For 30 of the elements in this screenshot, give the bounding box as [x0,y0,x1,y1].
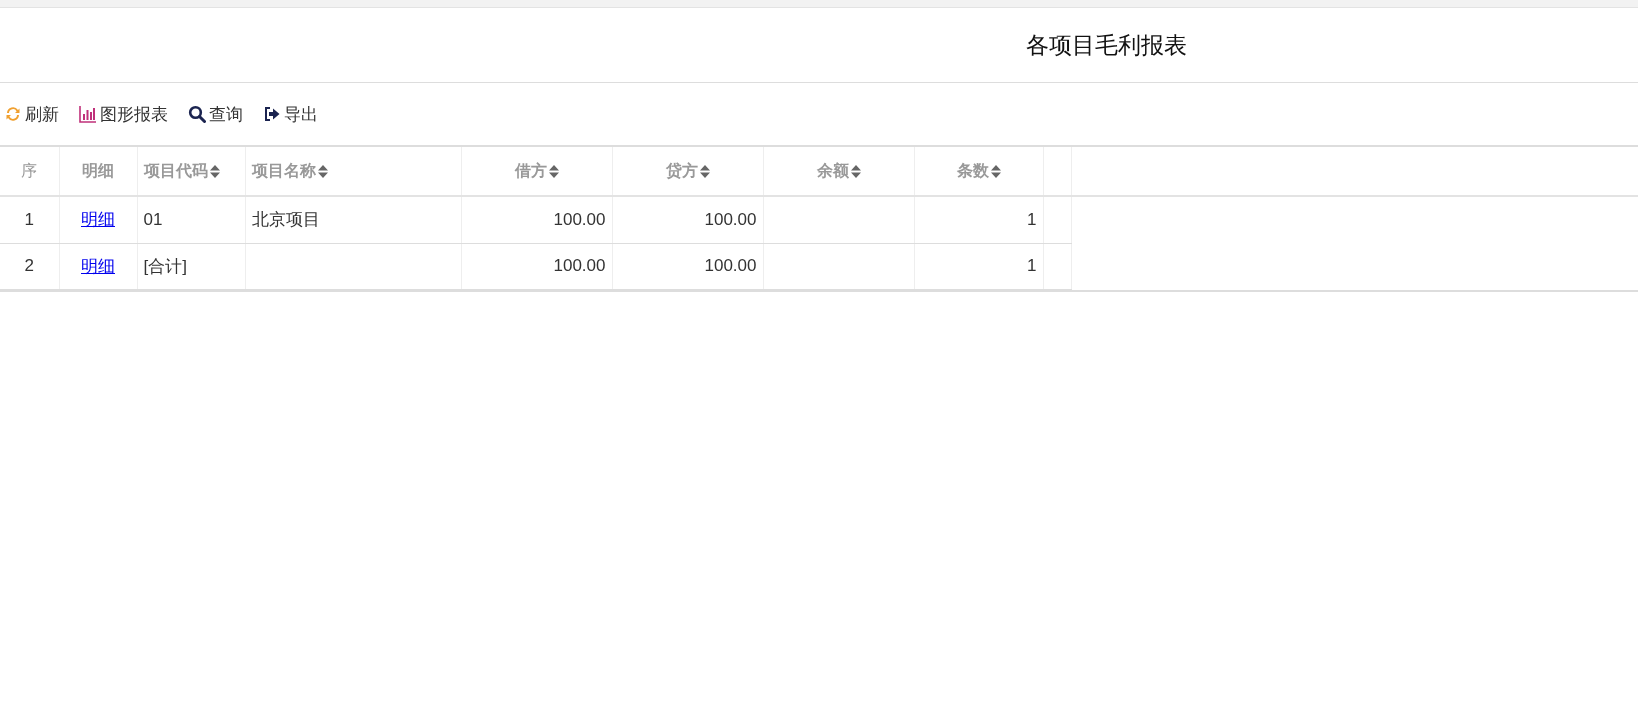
table-cell: 100.00 [704,209,757,229]
table-cell: 1 [24,209,34,229]
sort-icon[interactable] [548,164,559,178]
sort-icon[interactable] [699,164,710,178]
toolbar-button[interactable]: 查询 [188,102,243,126]
table-cell: 1 [1027,209,1037,229]
search-icon [188,105,206,123]
table-cell: 1 [1027,256,1037,275]
table-cell: 100.00 [704,256,757,275]
bar-chart-icon [79,105,97,123]
table-cell: 2 [24,256,34,275]
sort-icon[interactable] [850,164,861,178]
table-cell: 北京项目 [251,210,320,230]
table-cell: 100.00 [553,256,606,275]
table-cell: 01 [143,209,163,229]
refresh-icon [4,105,22,123]
column-header: 序 [21,160,38,181]
table-cell: [合计] [143,256,187,276]
export-icon [263,105,281,123]
sort-icon[interactable] [990,164,1001,178]
toolbar-button[interactable]: 图形报表 [79,102,168,126]
table-cell: 100.00 [553,209,606,229]
sort-icon[interactable] [317,164,328,178]
sort-icon[interactable] [209,164,220,178]
detail-link[interactable]: 明细 [81,256,115,276]
toolbar-button[interactable]: 刷新 [4,102,59,126]
detail-link[interactable]: 明细 [81,210,115,230]
report-title: 各项目毛利报表 [1026,30,1187,60]
column-header: 明细 [82,160,114,181]
toolbar-button[interactable]: 导出 [263,102,318,126]
